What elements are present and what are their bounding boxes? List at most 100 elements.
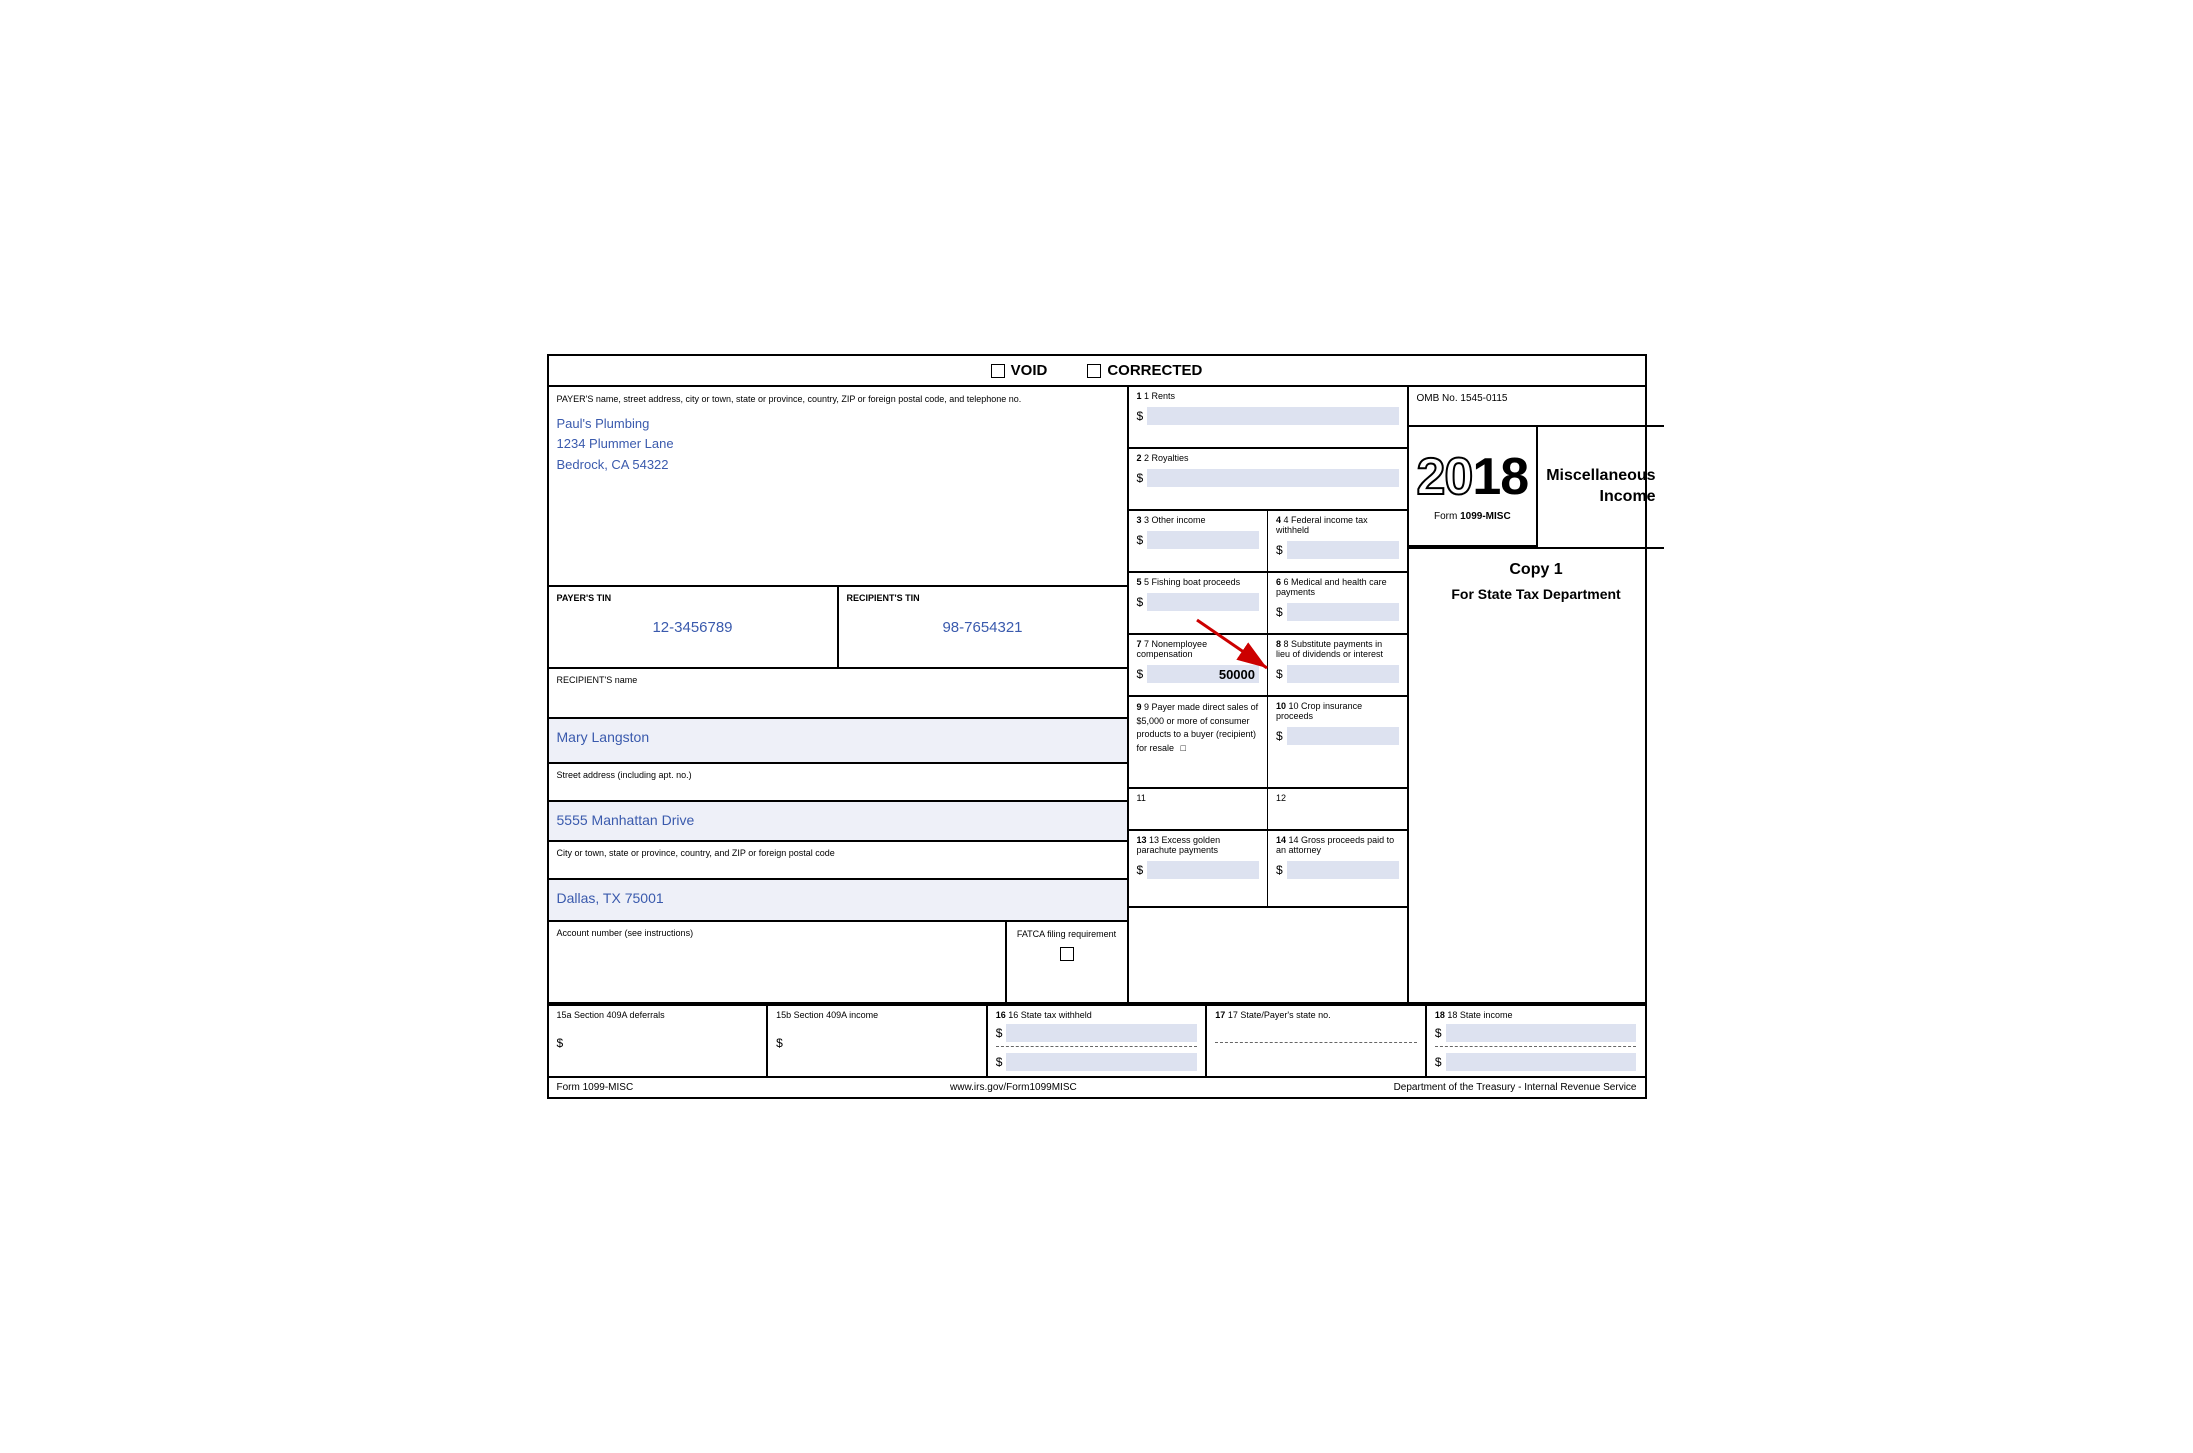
box4-dollar-sign: $ bbox=[1276, 543, 1283, 557]
payer-address: 1234 Plummer Lane bbox=[557, 434, 1119, 455]
form-1099-misc: VOID CORRECTED PAYER'S name, street addr… bbox=[547, 354, 1647, 1099]
box14-label: 14 14 Gross proceeds paid to an attorney bbox=[1276, 835, 1399, 855]
box6-item: 6 6 Medical and health care payments $ bbox=[1268, 573, 1407, 633]
box6-label: 6 6 Medical and health care payments bbox=[1276, 577, 1399, 597]
box12-item: 12 bbox=[1268, 789, 1407, 829]
box10-dollar-sign: $ bbox=[1276, 729, 1283, 743]
box18-dollar-sign1: $ bbox=[1435, 1026, 1442, 1040]
left-section: PAYER'S name, street address, city or to… bbox=[549, 387, 1129, 1002]
misc-income-block: Miscellaneous Income bbox=[1538, 427, 1663, 547]
box7-input[interactable]: 50000 bbox=[1147, 665, 1259, 683]
box12-label: 12 bbox=[1276, 793, 1399, 803]
year-display: 2018 bbox=[1417, 451, 1529, 503]
box16-input2[interactable] bbox=[1006, 1053, 1197, 1071]
omb-number: OMB No. 1545-0115 bbox=[1417, 393, 1656, 404]
box16-input1[interactable] bbox=[1006, 1024, 1197, 1042]
street-label-block: Street address (including apt. no.) bbox=[549, 764, 1127, 802]
recipient-name-field-label: RECIPIENT'S name bbox=[557, 675, 1119, 685]
box5-dollar-sign: $ bbox=[1137, 595, 1144, 609]
box8-dollar-sign: $ bbox=[1276, 667, 1283, 681]
box11-item: 11 bbox=[1129, 789, 1269, 829]
footer-row: Form 1099-MISC www.irs.gov/Form1099MISC … bbox=[549, 1076, 1645, 1097]
box2-label: 2 2 Royalties bbox=[1137, 453, 1399, 463]
recipient-tin-block: RECIPIENT'S TIN 98-7654321 bbox=[839, 587, 1127, 667]
box2-row: 2 2 Royalties $ bbox=[1129, 449, 1407, 511]
corrected-item: CORRECTED bbox=[1087, 362, 1202, 379]
payer-block: PAYER'S name, street address, city or to… bbox=[549, 387, 1127, 587]
box10-label: 10 10 Crop insurance proceeds bbox=[1276, 701, 1399, 721]
box1-label: 1 1 Rents bbox=[1137, 391, 1399, 401]
copy-label: Copy 1 bbox=[1417, 561, 1656, 579]
fatca-block: FATCA filing requirement bbox=[1007, 922, 1127, 1002]
street-value: 5555 Manhattan Drive bbox=[557, 812, 1119, 828]
box13-item: 13 13 Excess golden parachute payments $ bbox=[1129, 831, 1269, 906]
box10-input[interactable] bbox=[1287, 727, 1399, 745]
box7-8-row: 7 7 Nonemployee compensation $ bbox=[1129, 635, 1407, 697]
box2-input[interactable] bbox=[1147, 469, 1398, 487]
box5-label: 5 5 Fishing boat proceeds bbox=[1137, 577, 1260, 587]
recipient-name-label-block: RECIPIENT'S name bbox=[549, 669, 1127, 719]
box17-block: 17 17 State/Payer's state no. bbox=[1207, 1006, 1427, 1076]
void-checkbox[interactable] bbox=[991, 364, 1005, 378]
payer-name: Paul's Plumbing bbox=[557, 414, 1119, 435]
box1-dollar-sign: $ bbox=[1137, 409, 1144, 423]
footer-website: www.irs.gov/Form1099MISC bbox=[950, 1082, 1077, 1093]
copy-desc: For State Tax Department bbox=[1417, 585, 1656, 605]
city-value-block: Dallas, TX 75001 bbox=[549, 880, 1127, 920]
box1-dollar: $ bbox=[1137, 407, 1399, 425]
box18-input1[interactable] bbox=[1446, 1024, 1637, 1042]
box13-input[interactable] bbox=[1147, 861, 1259, 879]
box3-input[interactable] bbox=[1147, 531, 1259, 549]
box7-label: 7 7 Nonemployee compensation bbox=[1137, 639, 1260, 659]
box15b-block: 15b Section 409A income $ bbox=[768, 1006, 988, 1076]
box14-input[interactable] bbox=[1287, 861, 1399, 879]
year-block: 2018 Form 1099-MISC bbox=[1409, 427, 1539, 547]
box16-dollar-sign2: $ bbox=[996, 1055, 1003, 1069]
recipient-name-value-block: Mary Langston bbox=[549, 719, 1127, 764]
payer-field-label: PAYER'S name, street address, city or to… bbox=[557, 393, 1119, 406]
dashed-divider bbox=[996, 1046, 1198, 1047]
street-value-block: 5555 Manhattan Drive bbox=[549, 802, 1127, 842]
form-body: PAYER'S name, street address, city or to… bbox=[549, 387, 1645, 1004]
account-label: Account number (see instructions) bbox=[557, 928, 997, 938]
corrected-checkbox[interactable] bbox=[1087, 364, 1101, 378]
box8-item: 8 8 Substitute payments in lieu of divid… bbox=[1268, 635, 1407, 695]
box18-block: 18 18 State income $ $ bbox=[1427, 1006, 1645, 1076]
box1-row: 1 1 Rents $ bbox=[1129, 387, 1407, 449]
box15a-block: 15a Section 409A deferrals $ bbox=[549, 1006, 769, 1076]
box5-6-row: 5 5 Fishing boat proceeds $ 6 6 Medical … bbox=[1129, 573, 1407, 635]
box3-4-row: 3 3 Other income $ 4 4 Federal income ta… bbox=[1129, 511, 1407, 573]
box6-input[interactable] bbox=[1287, 603, 1399, 621]
box13-label: 13 13 Excess golden parachute payments bbox=[1137, 835, 1260, 855]
box18-input2[interactable] bbox=[1446, 1053, 1637, 1071]
box7-item: 7 7 Nonemployee compensation $ bbox=[1129, 635, 1269, 695]
box18-dollar-sign2: $ bbox=[1435, 1055, 1442, 1069]
box1-input[interactable] bbox=[1147, 407, 1398, 425]
payer-city-state-zip: Bedrock, CA 54322 bbox=[557, 455, 1119, 476]
account-block: Account number (see instructions) bbox=[549, 922, 1007, 1002]
box8-input[interactable] bbox=[1287, 665, 1399, 683]
payer-tin-block: PAYER'S TIN 12-3456789 bbox=[549, 587, 839, 667]
box8-label: 8 8 Substitute payments in lieu of divid… bbox=[1276, 639, 1399, 659]
box9-10-row: 9 9 Payer made direct sales of $5,000 or… bbox=[1129, 697, 1407, 789]
box5-input[interactable] bbox=[1147, 593, 1259, 611]
box4-input[interactable] bbox=[1287, 541, 1399, 559]
misc-income-title: Miscellaneous Income bbox=[1546, 466, 1655, 508]
account-fatca-row: Account number (see instructions) FATCA … bbox=[549, 920, 1127, 1002]
fatca-checkbox[interactable] bbox=[1060, 947, 1074, 961]
omb-block: OMB No. 1545-0115 bbox=[1409, 387, 1664, 427]
box15b-label: 15b Section 409A income bbox=[776, 1010, 978, 1020]
box7-dollar-sign: $ bbox=[1137, 667, 1144, 681]
box11-12-row: 11 12 bbox=[1129, 789, 1407, 831]
box16-block: 16 16 State tax withheld $ $ bbox=[988, 1006, 1208, 1076]
tin-row: PAYER'S TIN 12-3456789 RECIPIENT'S TIN 9… bbox=[549, 587, 1127, 669]
box14-dollar-sign: $ bbox=[1276, 863, 1283, 877]
box15b-dollar-sign: $ bbox=[776, 1036, 783, 1050]
dashed-divider3 bbox=[1435, 1046, 1637, 1047]
box3-dollar-sign: $ bbox=[1137, 533, 1144, 547]
recipient-tin-value: 98-7654321 bbox=[847, 619, 1119, 636]
bottom-section: 15a Section 409A deferrals $ 15b Section… bbox=[549, 1004, 1645, 1076]
footer-dept: Department of the Treasury - Internal Re… bbox=[1394, 1082, 1637, 1093]
year-bold-part: 18 bbox=[1472, 448, 1528, 506]
city-label-block: City or town, state or province, country… bbox=[549, 842, 1127, 880]
